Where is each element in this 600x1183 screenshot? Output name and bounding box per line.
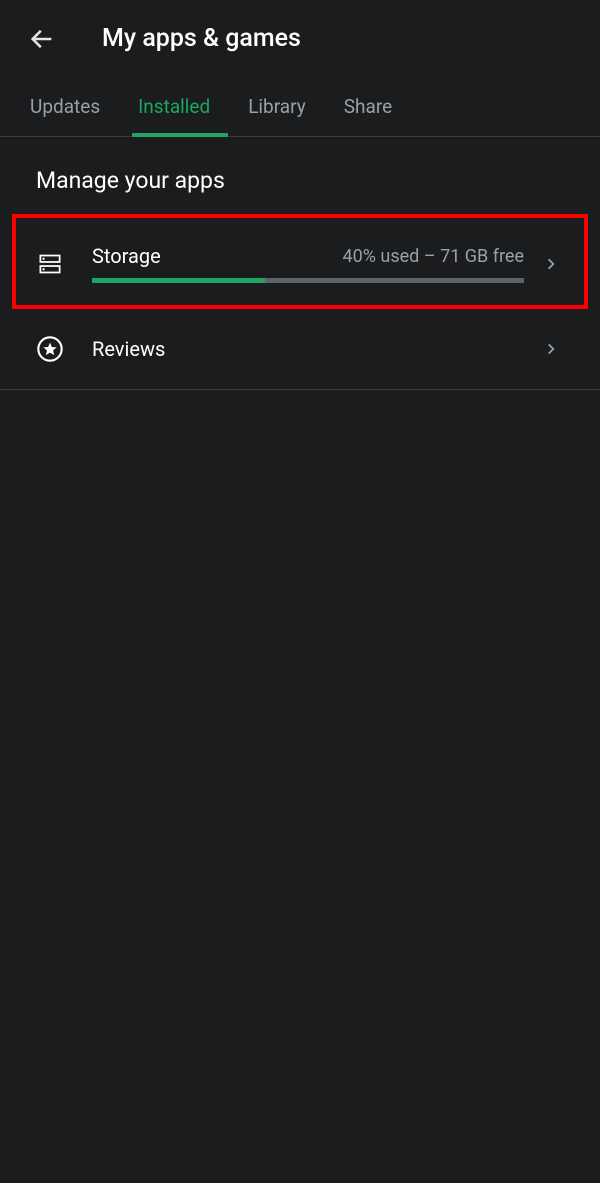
storage-icon xyxy=(36,250,64,278)
tab-installed[interactable]: Installed xyxy=(138,77,210,136)
storage-progress-bar xyxy=(92,278,524,283)
reviews-label: Reviews xyxy=(92,337,524,361)
highlight-box: Storage 40% used – 71 GB free xyxy=(12,214,588,309)
storage-status: 40% used – 71 GB free xyxy=(343,246,524,267)
storage-content: Storage 40% used – 71 GB free xyxy=(92,244,524,283)
storage-label: Storage xyxy=(92,244,161,268)
chevron-right-icon xyxy=(544,339,564,359)
storage-item[interactable]: Storage 40% used – 71 GB free xyxy=(16,218,584,305)
tab-bar: Updates Installed Library Share xyxy=(0,77,600,137)
tab-updates[interactable]: Updates xyxy=(30,77,100,136)
page-title: My apps & games xyxy=(102,24,301,53)
app-header: My apps & games xyxy=(0,0,600,77)
star-circle-icon xyxy=(36,335,64,363)
tab-library[interactable]: Library xyxy=(248,77,306,136)
back-arrow-icon[interactable] xyxy=(28,25,56,53)
tab-share[interactable]: Share xyxy=(344,77,392,136)
section-title: Manage your apps xyxy=(0,137,600,214)
chevron-right-icon xyxy=(544,254,564,274)
reviews-item[interactable]: Reviews xyxy=(0,309,600,390)
storage-progress-fill xyxy=(92,278,265,283)
